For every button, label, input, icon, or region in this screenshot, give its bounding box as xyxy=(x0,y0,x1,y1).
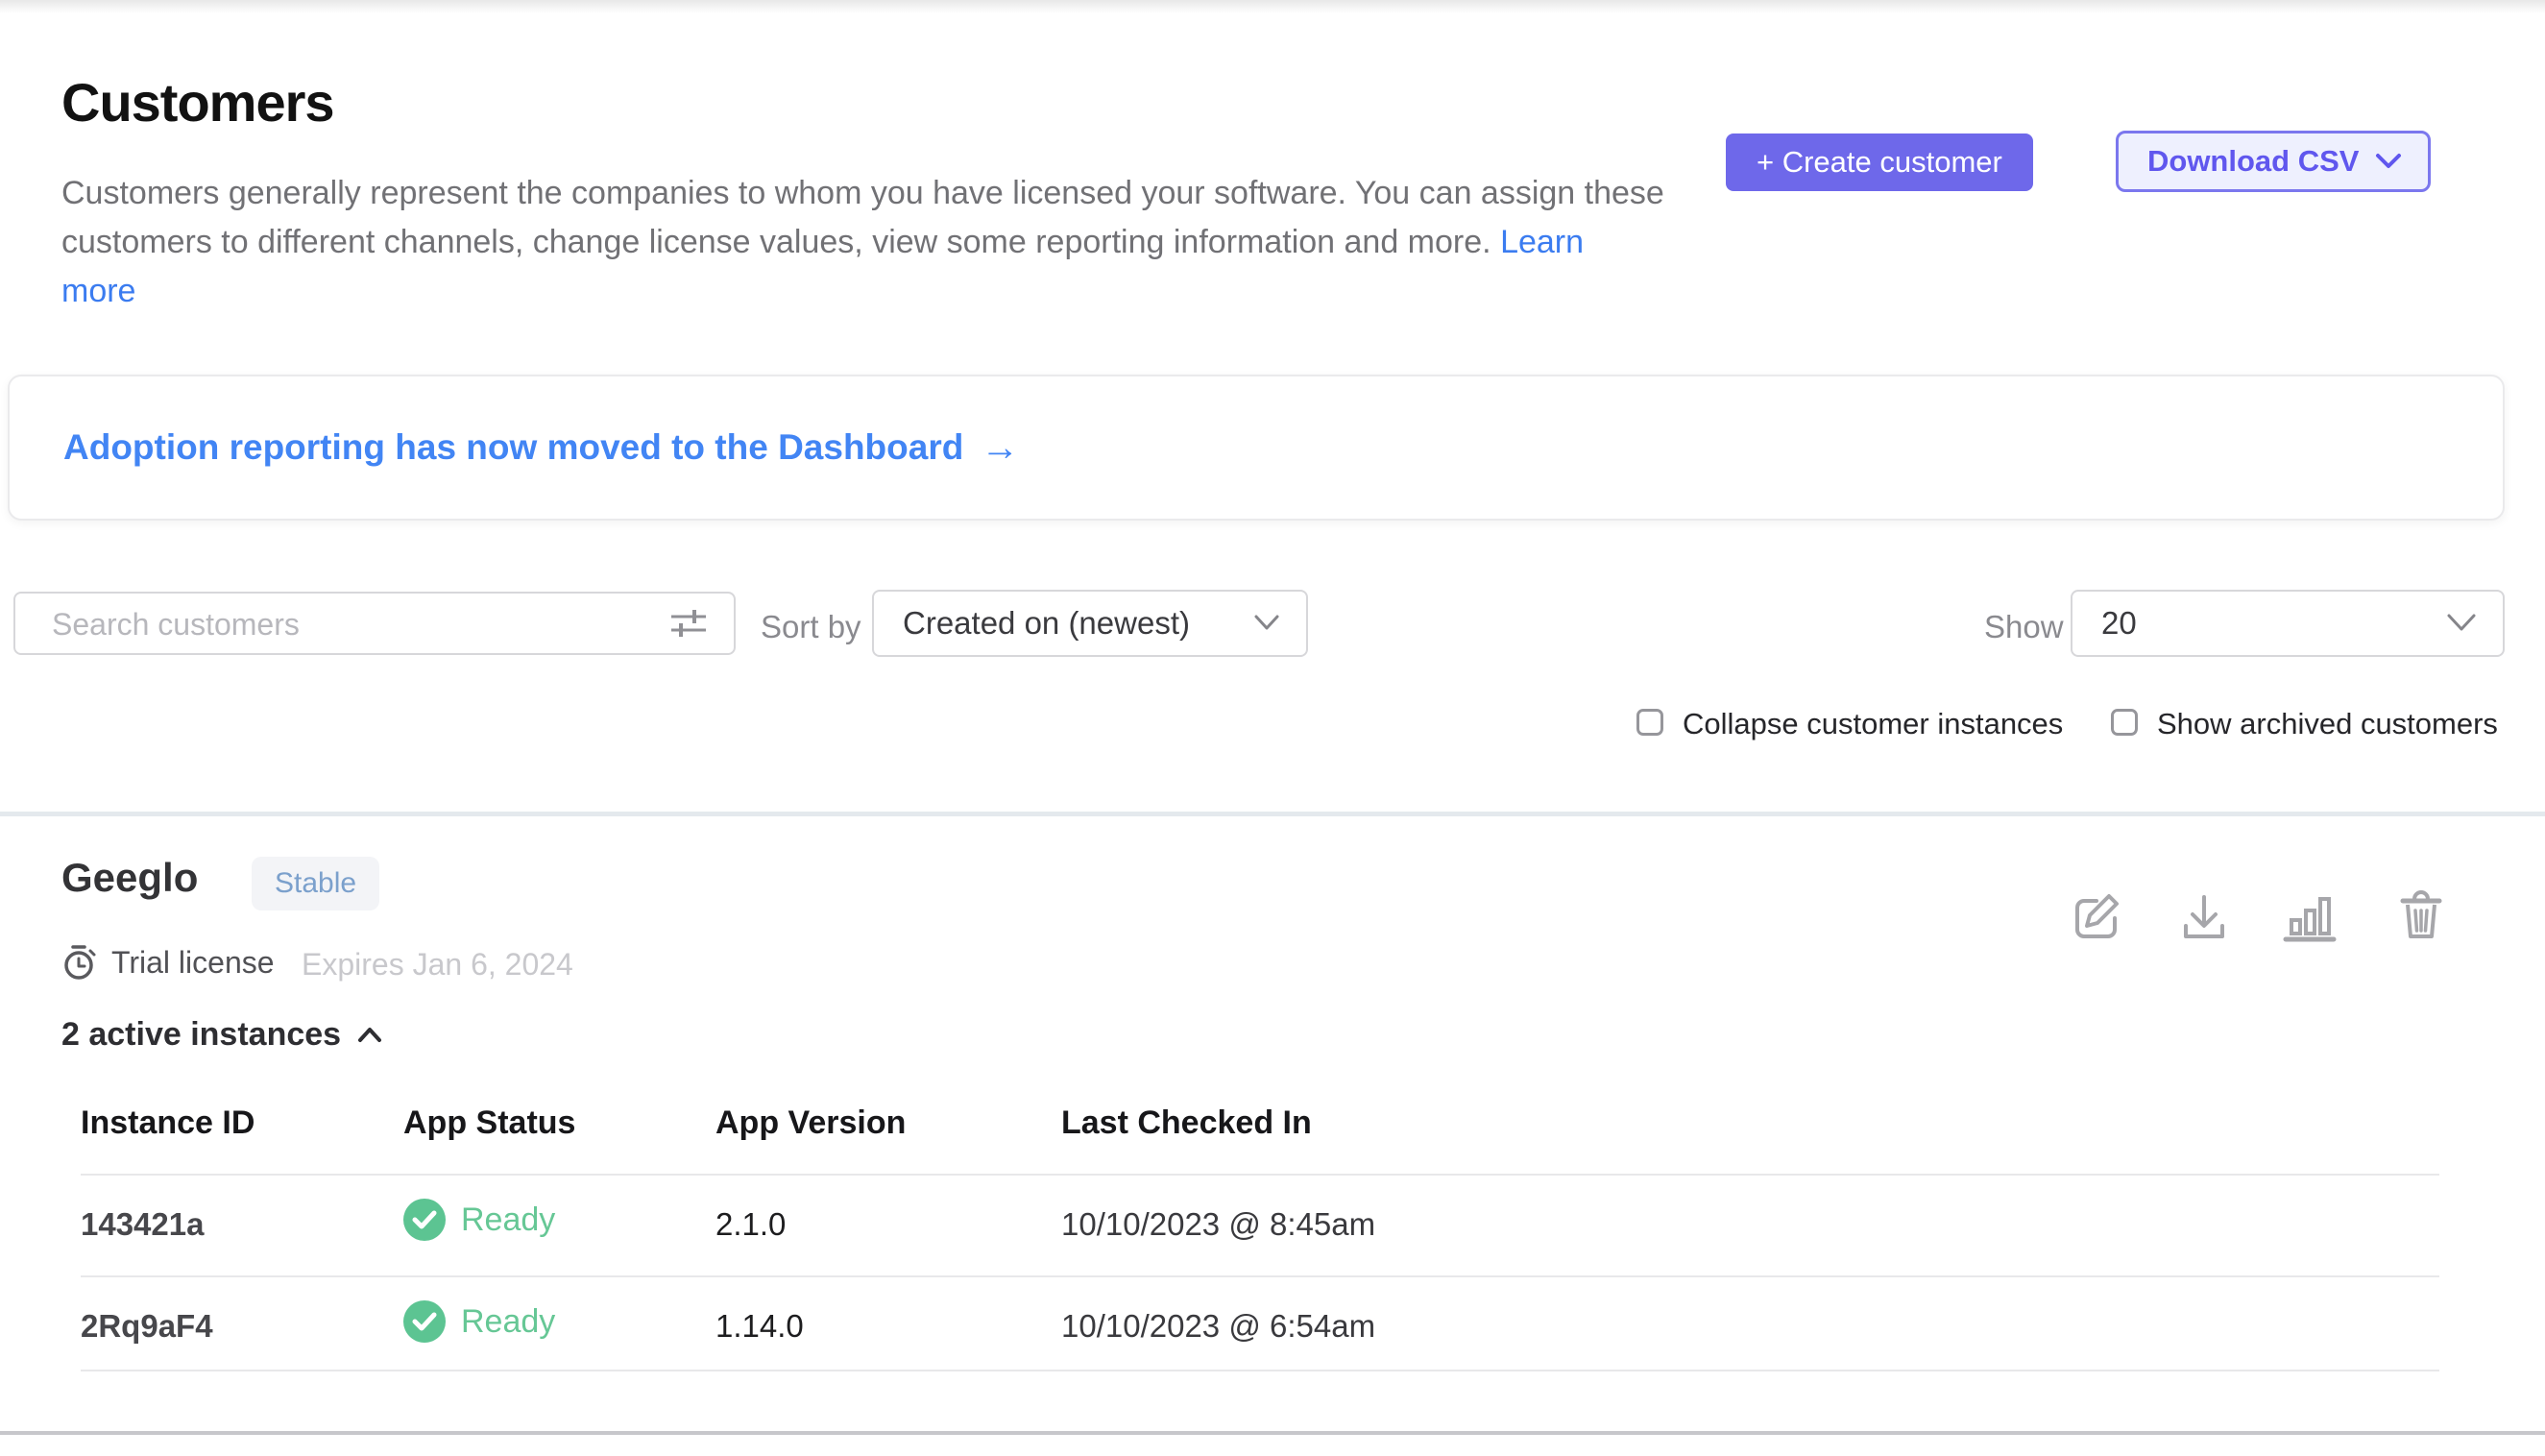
status-text: Ready xyxy=(461,1303,555,1341)
last-checked-in-cell: 10/10/2023 @ 6:54am xyxy=(1061,1308,1375,1345)
page-description-text: Customers generally represent the compan… xyxy=(61,175,1664,260)
section-divider xyxy=(0,812,2545,816)
filter-sliders-icon[interactable] xyxy=(670,607,707,640)
table-row: 2Rq9aF4 Ready 1.14.0 10/10/2023 @ 6:54am xyxy=(81,1277,2439,1373)
instances-table: Instance ID App Status App Version Last … xyxy=(81,1104,2439,1373)
table-row: 143421a Ready 2.1.0 10/10/2023 @ 8:45am xyxy=(81,1176,2439,1272)
show-archived-label: Show archived customers xyxy=(2157,707,2498,741)
chevron-down-icon xyxy=(1252,614,1281,633)
next-customer-divider xyxy=(0,1431,2545,1435)
sort-select-value: Created on (newest) xyxy=(903,605,1190,642)
customer-actions xyxy=(2065,889,2468,947)
col-header-app-status: App Status xyxy=(403,1104,575,1142)
collapse-instances-checkbox[interactable] xyxy=(1636,709,1663,736)
col-header-instance-id: Instance ID xyxy=(81,1104,254,1142)
arrow-right-icon: → xyxy=(981,426,1019,470)
chevron-up-icon xyxy=(356,1026,383,1045)
status-check-icon xyxy=(403,1199,446,1241)
channel-badge: Stable xyxy=(252,857,379,910)
download-csv-button[interactable]: Download CSV xyxy=(2116,131,2431,192)
table-row-divider xyxy=(81,1370,2439,1371)
top-scroll-shadow xyxy=(0,0,2545,13)
create-customer-button[interactable]: + Create customer xyxy=(1726,133,2033,191)
adoption-banner: Adoption reporting has now moved to the … xyxy=(8,375,2505,521)
edit-customer-icon[interactable] xyxy=(2071,889,2122,945)
page-description: Customers generally represent the compan… xyxy=(61,169,1665,316)
last-checked-in-cell: 10/10/2023 @ 8:45am xyxy=(1061,1206,1375,1243)
app-version-cell: 2.1.0 xyxy=(715,1206,786,1243)
license-row: Trial license xyxy=(61,943,275,982)
status-text: Ready xyxy=(461,1201,555,1239)
app-status-cell: Ready xyxy=(403,1300,555,1343)
search-customers-box xyxy=(13,592,736,655)
status-check-icon xyxy=(403,1300,446,1343)
col-header-app-version: App Version xyxy=(715,1104,906,1142)
show-archived-checkbox[interactable] xyxy=(2111,709,2138,736)
show-select-value: 20 xyxy=(2101,605,2137,642)
customers-page: Customers Customers generally represent … xyxy=(0,0,2545,1456)
adoption-banner-text: Adoption reporting has now moved to the … xyxy=(63,427,963,468)
instance-id-cell: 2Rq9aF4 xyxy=(81,1308,213,1345)
checkbox-row: Collapse customer instances Show archive… xyxy=(0,707,2545,745)
instances-toggle[interactable]: 2 active instances xyxy=(61,1016,383,1054)
instance-id-cell: 143421a xyxy=(81,1206,204,1243)
page-title: Customers xyxy=(61,71,334,133)
create-customer-label: + Create customer xyxy=(1757,145,2002,180)
chevron-down-icon xyxy=(2374,151,2403,172)
adoption-banner-link[interactable]: Adoption reporting has now moved to the … xyxy=(63,426,1019,470)
reporting-chart-icon[interactable] xyxy=(2282,889,2334,945)
license-type: Trial license xyxy=(111,945,275,981)
download-customer-icon[interactable] xyxy=(2178,889,2230,945)
search-customers-input[interactable] xyxy=(50,594,630,655)
app-status-cell: Ready xyxy=(403,1199,555,1241)
show-select[interactable]: 20 xyxy=(2071,590,2505,657)
sort-by-label: Sort by xyxy=(761,609,861,645)
col-header-last-checked-in: Last Checked In xyxy=(1061,1104,1312,1142)
show-label: Show xyxy=(1984,609,2064,645)
customer-name[interactable]: Geeglo xyxy=(61,855,198,901)
instances-toggle-label: 2 active instances xyxy=(61,1016,341,1054)
delete-customer-icon[interactable] xyxy=(2395,889,2447,945)
chevron-down-icon xyxy=(2445,612,2478,635)
collapse-instances-label: Collapse customer instances xyxy=(1683,707,2063,741)
download-csv-label: Download CSV xyxy=(2147,144,2359,179)
app-version-cell: 1.14.0 xyxy=(715,1308,804,1345)
sort-select[interactable]: Created on (newest) xyxy=(872,590,1308,657)
stopwatch-icon xyxy=(61,943,98,982)
license-expiry: Expires Jan 6, 2024 xyxy=(302,947,573,983)
